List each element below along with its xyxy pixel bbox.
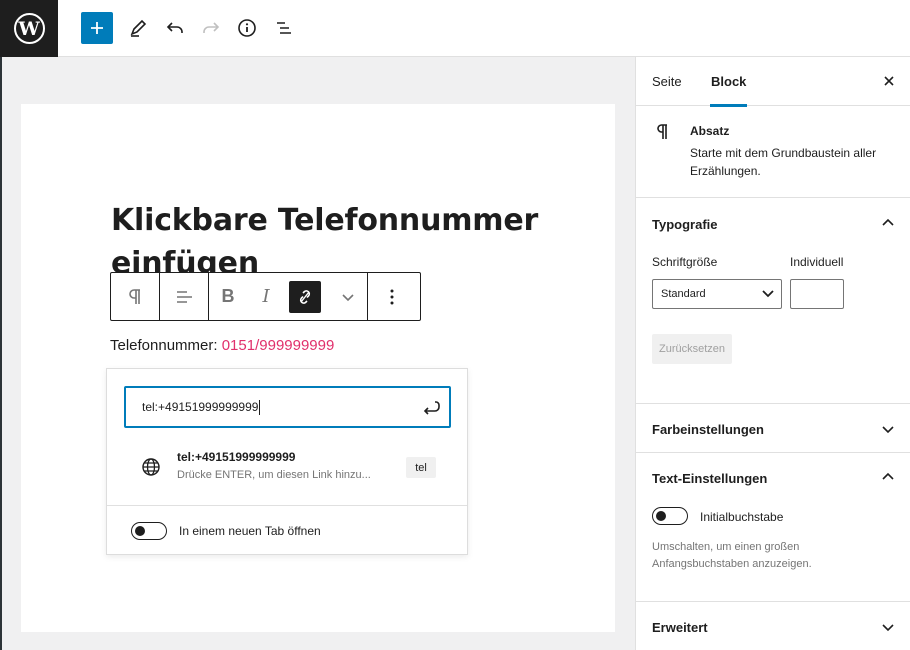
color-settings-title: Farbeinstellungen [652,422,764,437]
suggestion-title: tel:+49151999999999 [177,450,296,464]
link-suggestion[interactable]: tel:+49151999999999 Drücke ENTER, um die… [124,447,451,491]
phone-link[interactable]: 0151/999999999 [222,337,335,354]
align-button[interactable] [160,273,208,320]
unlink-button[interactable] [289,280,321,313]
tools-button[interactable] [122,12,154,44]
list-view-icon [277,22,291,34]
custom-size-input[interactable] [790,279,844,309]
dropcap-toggle[interactable] [652,507,688,525]
list-view-button[interactable] [268,12,300,44]
chevron-down-icon [882,426,894,434]
top-toolbar: W [0,0,910,57]
suggestion-subtitle: Drücke ENTER, um diesen Link hinzu... [177,469,371,481]
align-group [160,273,209,320]
dropcap-help: Umschalten, um einen großen Anfangsbuchs… [652,541,812,570]
more-rich-text-button[interactable] [329,273,367,320]
wordpress-logo-icon[interactable]: W [0,0,58,57]
paragraph-type-button[interactable] [111,273,159,320]
block-name: Absatz [690,124,730,138]
admin-edge [0,57,2,650]
format-group: B I [209,273,368,320]
globe-icon [142,458,160,476]
info-icon [238,19,256,37]
block-description: Starte mit dem Grundbaustein aller Erzäh… [690,146,877,178]
new-tab-label: In einem neuen Tab öffnen [179,524,321,538]
reset-button[interactable]: Zurücksetzen [652,334,732,364]
settings-sidebar: Seite Block Absatz Starte mit dem Grundb… [635,57,910,650]
text-settings-panel: Text-Einstellungen [636,453,910,602]
link-popover: tel:+49151999999999 tel:+49151999999999 … [106,368,468,555]
text-settings-title[interactable]: Text-Einstellungen [652,471,767,486]
chevron-down-icon [882,624,894,632]
add-block-button[interactable] [81,12,113,44]
block-toolbar: B I [110,272,421,321]
chevron-down-icon [762,290,774,298]
text-caret [259,399,261,415]
link-off-icon [299,289,311,304]
color-settings-panel[interactable]: Farbeinstellungen [636,404,910,453]
redo-button[interactable] [195,12,227,44]
redo-icon [203,22,220,33]
typography-title[interactable]: Typografie [652,217,718,232]
url-input[interactable]: tel:+49151999999999 [124,386,451,428]
close-icon [884,76,894,86]
sidebar-tabs: Seite Block [636,57,910,107]
toggle-knob [656,511,666,521]
phone-paragraph[interactable]: Telefonnummer: 0151/999999999 [110,337,334,354]
block-options-button[interactable] [368,273,416,320]
undo-icon [166,22,183,33]
font-size-label: Schriftgröße [652,255,718,269]
toggle-knob [135,526,145,536]
bold-button[interactable]: B [209,273,247,320]
tab-block[interactable]: Block [710,57,748,107]
advanced-panel[interactable]: Erweitert [636,602,910,650]
font-size-select-value: Standard [661,288,706,300]
enter-icon [423,401,440,415]
popover-divider [107,505,467,506]
dropcap-label: Initialbuchstabe [700,510,784,524]
paragraph-prefix: Telefonnummer: [110,337,222,354]
block-type-group [111,273,160,320]
chevron-up-icon[interactable] [881,217,895,227]
new-tab-toggle[interactable] [131,522,167,540]
italic-button[interactable]: I [247,273,285,320]
block-card: Absatz Starte mit dem Grundbaustein alle… [636,106,910,198]
custom-size-label: Individuell [790,255,844,269]
advanced-title: Erweitert [652,620,708,635]
submit-link-button[interactable] [421,398,441,421]
details-button[interactable] [231,12,263,44]
suggestion-type-badge: tel [406,457,436,478]
wordpress-logo-letter: W [13,13,45,44]
pilcrow-icon [656,123,670,147]
font-size-select[interactable]: Standard [652,279,782,309]
tab-seite[interactable]: Seite [652,57,682,106]
pilcrow-icon [129,288,140,304]
pencil-icon [130,19,147,37]
more-vertical-icon [390,289,394,304]
url-input-value: tel:+49151999999999 [142,400,259,414]
align-left-icon [177,290,192,303]
plus-icon [91,22,103,34]
undo-button[interactable] [159,12,191,44]
options-group [368,273,416,320]
chevron-up-icon[interactable] [881,471,895,481]
chevron-down-icon [342,293,354,301]
close-sidebar-button[interactable] [883,74,895,92]
